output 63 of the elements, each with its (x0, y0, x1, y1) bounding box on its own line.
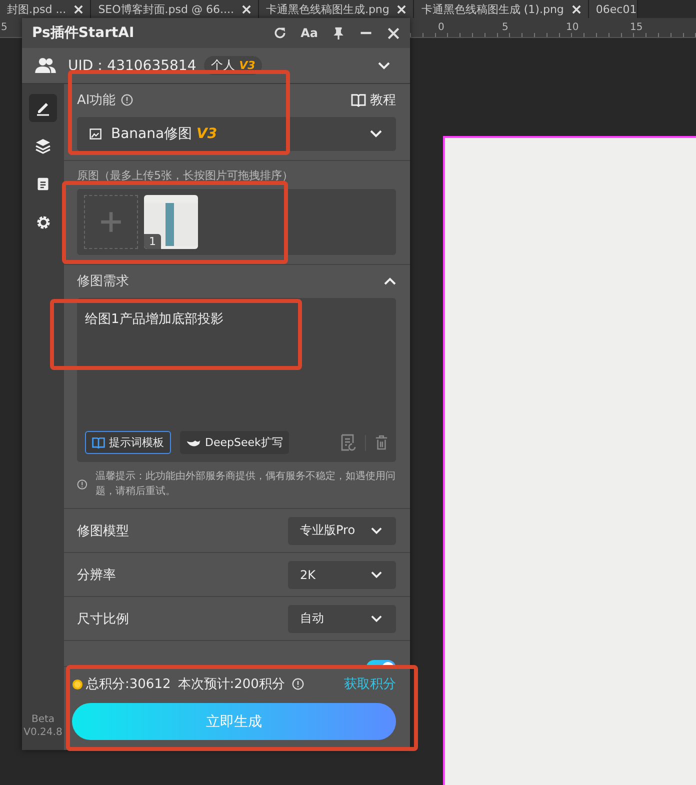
setting-label: 修图模型 (77, 522, 129, 540)
font-size-button[interactable]: Aa (300, 26, 318, 40)
pin-icon[interactable] (332, 26, 345, 40)
close-icon[interactable] (387, 26, 400, 40)
setting-label: 尺寸比例 (77, 610, 129, 628)
chevron-down-icon[interactable] (378, 62, 390, 70)
section-label: AI功能 (77, 92, 116, 109)
users-icon (35, 57, 56, 74)
info-icon[interactable] (120, 94, 133, 106)
document-tab[interactable]: 卡通黑色线稿图生成 (1).png (414, 0, 589, 18)
close-icon[interactable] (397, 4, 406, 14)
settings-icon (36, 214, 50, 230)
chevron-up-icon[interactable] (384, 277, 396, 285)
user-id: UID：4310635814 (68, 56, 196, 74)
image-edit-icon (89, 127, 103, 141)
ai-function-dropdown[interactable]: Banana修图 V3 (77, 117, 396, 151)
prompt-text-area[interactable]: 给图1产品增加底部投影 提示词模板 DeepSeek扩写 (77, 298, 396, 462)
document-tab[interactable]: 06ec01 (588, 0, 638, 18)
document-tab[interactable]: SEO博客封面.psd @ 66.... (91, 0, 259, 18)
deepseek-expand-button[interactable]: DeepSeek扩写 (180, 431, 289, 454)
image-index-badge: 1 (144, 234, 161, 249)
book-icon (351, 94, 366, 106)
chevron-down-icon (371, 526, 382, 534)
document-tab[interactable]: 卡通黑色线稿图生成.png (258, 0, 414, 18)
document-tab[interactable]: 封图.psd ... (0, 0, 92, 18)
close-icon[interactable] (572, 4, 581, 14)
prompt-template-button[interactable]: 提示词模板 (85, 431, 171, 454)
total-points: 总积分:30612 (86, 676, 171, 693)
get-points-link[interactable]: 获取积分 (344, 675, 396, 693)
chevron-down-icon (371, 614, 382, 622)
ruler-label: 15 (629, 22, 641, 33)
section-label: 原图（最多上传5张，长按图片可拖拽排序） (77, 168, 294, 183)
book-icon (92, 436, 105, 448)
chevron-down-icon (370, 130, 382, 138)
refresh-icon[interactable] (272, 26, 287, 40)
close-icon[interactable] (74, 4, 84, 14)
document-icon (36, 176, 50, 192)
tutorial-link[interactable]: 教程 (351, 91, 396, 109)
setting-dropdown[interactable]: 自动 (288, 604, 396, 632)
chevron-down-icon (371, 570, 382, 578)
version-label: V0.24.8 (24, 727, 62, 738)
setting-label: 分辨率 (77, 566, 116, 584)
layers-icon (35, 138, 51, 154)
trash-icon[interactable] (375, 435, 388, 450)
document-restore-icon[interactable] (340, 434, 356, 452)
info-icon[interactable] (292, 678, 304, 690)
estimated-cost: 本次预计:200积分 (178, 676, 285, 693)
beta-label: Beta (31, 714, 55, 725)
whale-icon (186, 438, 201, 448)
setting-dropdown[interactable]: 专业版Pro (288, 516, 396, 544)
ruler-label: 10 (565, 22, 577, 33)
setting-dropdown[interactable]: 2K (288, 560, 396, 588)
info-icon (77, 478, 88, 491)
panel-title: Ps插件StartAI (32, 24, 134, 42)
plus-icon (100, 211, 122, 233)
close-icon[interactable] (242, 4, 251, 14)
ruler-label: 5 (0, 22, 8, 33)
section-label: 修图需求 (77, 273, 129, 290)
sidebar-edit-button[interactable] (29, 94, 57, 122)
photo-placeholder[interactable]: 1 (144, 195, 198, 249)
notice-text: 温馨提示：此功能由外部服务商提供，偶有服务不稳定，如遇使用问题，请稍后重试。 (95, 470, 396, 498)
coin-icon (72, 678, 83, 690)
pencil-icon (35, 100, 51, 116)
